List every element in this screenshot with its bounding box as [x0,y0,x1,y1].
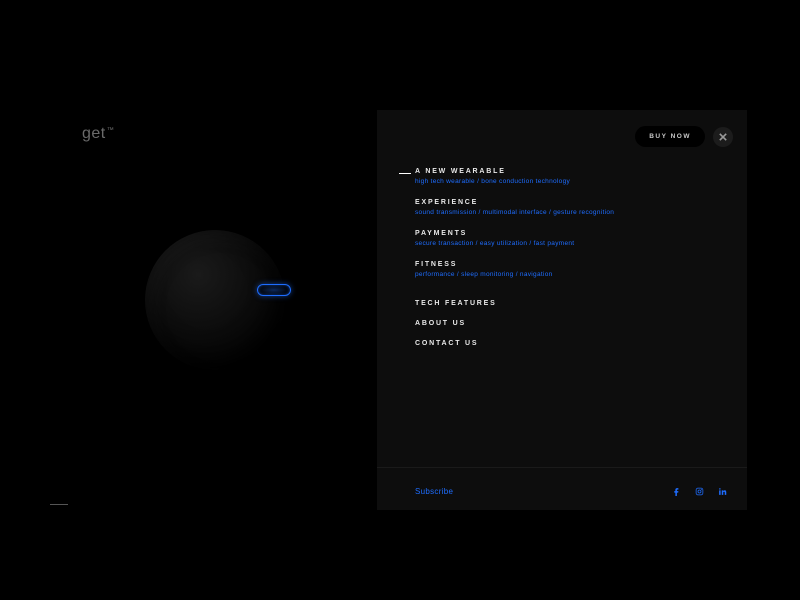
menu-link-about-us[interactable]: ABOUT US [415,320,497,327]
menu-item-payments[interactable]: PAYMENTS secure transaction / easy utili… [415,230,727,247]
menu-item-experience[interactable]: EXPERIENCE sound transmission / multimod… [415,199,727,216]
facebook-link[interactable] [672,487,681,496]
primary-menu: A NEW WEARABLE high tech wearable / bone… [415,168,727,292]
product-visual [145,230,285,370]
subscribe-link[interactable]: Subscribe [415,487,453,496]
menu-item-title: EXPERIENCE [415,199,727,206]
instagram-link[interactable] [695,487,704,496]
facebook-icon [672,487,681,496]
panel-divider [377,467,747,468]
menu-panel: BUY NOW A NEW WEARABLE high tech wearabl… [377,110,747,510]
instagram-icon [695,487,704,496]
close-icon [719,133,727,141]
menu-item-fitness[interactable]: FITNESS performance / sleep monitoring /… [415,261,727,278]
menu-link-contact-us[interactable]: CONTACT US [415,340,497,347]
menu-item-subtitle: sound transmission / multimodal interfac… [415,209,727,216]
wearable-led-icon [257,284,291,296]
linkedin-icon [718,487,727,496]
menu-item-subtitle: high tech wearable / bone conduction tec… [415,178,727,185]
close-button[interactable] [713,127,733,147]
menu-item-subtitle: performance / sleep monitoring / navigat… [415,271,727,278]
social-links [672,487,727,496]
panel-header: BUY NOW [635,126,733,147]
menu-link-tech-features[interactable]: TECH FEATURES [415,300,497,307]
linkedin-link[interactable] [718,487,727,496]
panel-footer: Subscribe [415,487,727,496]
menu-item-wearable[interactable]: A NEW WEARABLE high tech wearable / bone… [415,168,727,185]
menu-item-subtitle: secure transaction / easy utilization / … [415,240,727,247]
wearable-ring [145,230,285,370]
menu-item-title: FITNESS [415,261,727,268]
buy-now-button[interactable]: BUY NOW [635,126,705,147]
brand-logo: get™ [82,125,114,143]
secondary-menu: TECH FEATURES ABOUT US CONTACT US [415,300,497,360]
app-root: get™ BUY NOW A NEW WEARABLE high tech we… [0,0,800,600]
menu-item-title: A NEW WEARABLE [415,168,727,175]
brand-name: get [82,125,106,142]
brand-trademark: ™ [107,127,115,134]
menu-item-title: PAYMENTS [415,230,727,237]
page-indicator [50,504,68,505]
